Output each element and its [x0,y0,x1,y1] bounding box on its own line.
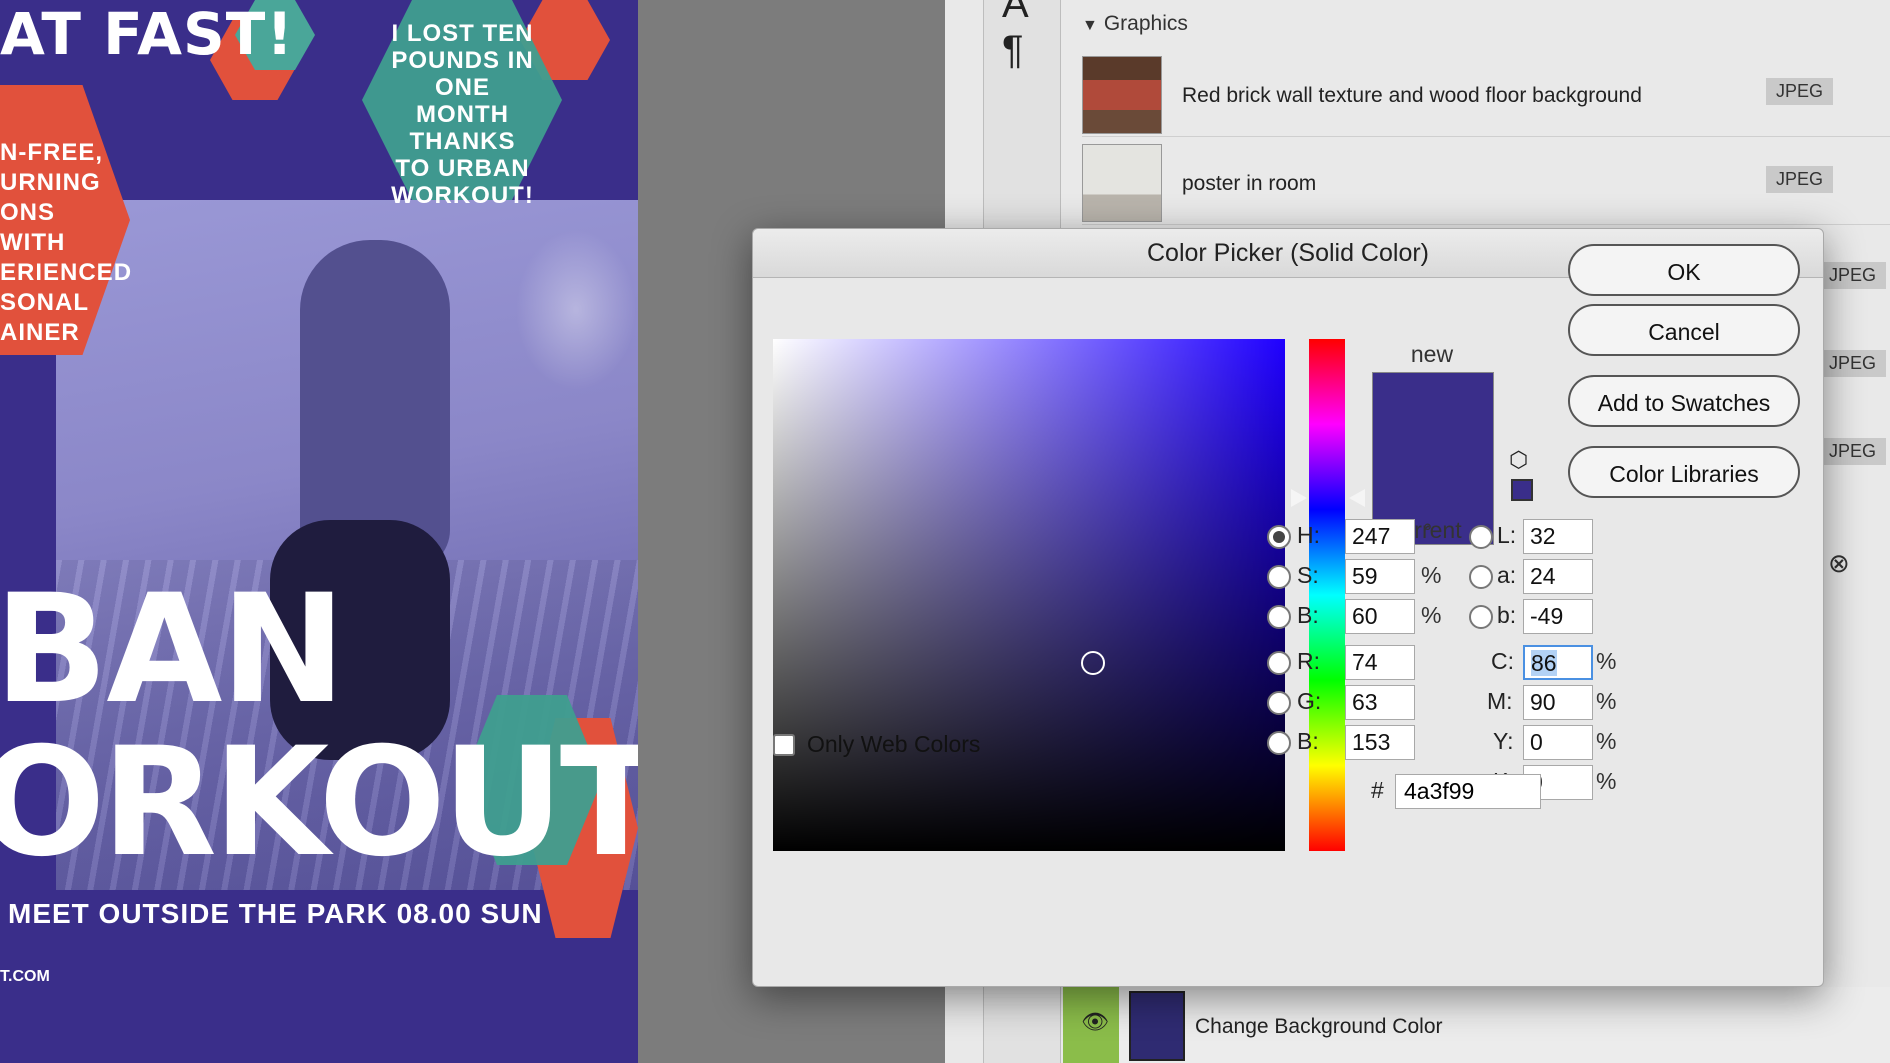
lightness-radio[interactable] [1469,525,1493,549]
layer-row[interactable]: 👁 Change Background Color [1063,987,1890,1063]
layer-name: Change Background Color [1195,1015,1443,1038]
disclosure-triangle-icon[interactable]: ▼ [1082,17,1098,34]
graphics-section-header[interactable]: ▼ Graphics [1082,12,1188,36]
yellow-label: Y: [1493,728,1514,754]
poster-site: T.COM [0,968,50,985]
blue-label: B: [1297,728,1319,754]
brightness-unit: % [1421,602,1442,628]
b-channel-input[interactable]: -49 [1523,599,1593,634]
asset-type-badge: JPEG [1766,78,1834,105]
poster-meet-text: MEET OUTSIDE THE PARK 08.00 SUN [8,898,543,929]
asset-type-badge: JPEG [1819,438,1887,465]
red-radio[interactable] [1267,651,1291,675]
blue-input[interactable]: 153 [1345,725,1415,760]
yellow-input[interactable]: 0 [1523,725,1593,760]
lightness-input[interactable]: 32 [1523,519,1593,554]
hue-unit: ° [1423,519,1433,545]
hue-slider-handle-right[interactable] [1349,489,1365,507]
web-safe-swatch-icon[interactable] [1511,479,1533,501]
eye-icon: 👁 [1081,1009,1109,1034]
hue-label: H: [1297,522,1320,548]
saturation-label: S: [1297,562,1319,588]
cyan-input[interactable]: 86 [1523,645,1593,680]
asset-type-badge: JPEG [1819,262,1887,289]
hue-input[interactable]: 247 [1345,519,1415,554]
asset-name: poster in room [1182,172,1317,195]
poster-title-line1: BAN [0,563,346,737]
new-color-label: new [1410,341,1454,367]
yellow-unit: % [1596,728,1617,754]
color-picker-dialog: Color Picker (Solid Color) new current ⬡… [752,228,1824,987]
brightness-label: B: [1297,602,1319,628]
poster-quote: I LOST TEN POUNDS IN ONE MONTH THANKS TO… [391,20,534,209]
saturation-radio[interactable] [1267,565,1291,589]
brightness-input[interactable]: 60 [1345,599,1415,634]
hue-slider[interactable] [1309,339,1345,851]
section-title: Graphics [1103,12,1188,35]
red-label: R: [1297,648,1320,674]
paragraph-icon[interactable]: ¶ [1002,28,1023,73]
color-cursor[interactable] [1081,651,1105,675]
red-input[interactable]: 74 [1345,645,1415,680]
a-channel-input[interactable]: 24 [1523,559,1593,594]
asset-type-badge: JPEG [1819,350,1887,377]
color-libraries-button[interactable]: Color Libraries [1568,446,1800,498]
saturation-input[interactable]: 59 [1345,559,1415,594]
asset-name: Red brick wall texture and wood floor ba… [1182,84,1642,107]
b-channel-radio[interactable] [1469,605,1493,629]
out-of-gamut-cube-icon[interactable]: ⬡ [1509,447,1528,473]
poster-side-text: N-FREE, URNING ONS WITH ERIENCED SONAL A… [0,139,133,346]
saturation-brightness-field[interactable] [773,339,1285,851]
poster-canvas: AT FAST! I LOST TEN POUNDS IN ONE MONTH … [0,0,638,1063]
black-unit: % [1596,768,1617,794]
hue-radio[interactable] [1267,525,1291,549]
character-style-icon[interactable]: A [1002,0,1029,27]
link-visibility-icon[interactable]: ⊗ [1828,548,1850,579]
layer-visibility-toggle[interactable]: 👁 [1063,987,1119,1063]
brightness-radio[interactable] [1267,605,1291,629]
poster-title-line2: ORKOUT [0,716,638,890]
a-channel-radio[interactable] [1469,565,1493,589]
hex-label: # [1371,777,1384,803]
cyan-unit: % [1596,648,1617,674]
hex-input[interactable]: 4a3f99 [1395,774,1541,809]
magenta-input[interactable]: 90 [1523,685,1593,720]
ok-button[interactable]: OK [1568,244,1800,296]
green-radio[interactable] [1267,691,1291,715]
green-input[interactable]: 63 [1345,685,1415,720]
magenta-label: M: [1487,688,1513,714]
asset-thumbnail [1082,144,1162,222]
new-color-swatch [1372,372,1494,459]
cyan-label: C: [1491,648,1514,674]
magenta-unit: % [1596,688,1617,714]
asset-item[interactable]: poster in room JPEG [1082,144,1890,225]
saturation-unit: % [1421,562,1442,588]
only-web-colors-checkbox[interactable] [773,734,795,756]
b-channel-label: b: [1497,602,1517,628]
cancel-button[interactable]: Cancel [1568,304,1800,356]
green-label: G: [1297,688,1322,714]
asset-type-badge: JPEG [1766,166,1834,193]
add-to-swatches-button[interactable]: Add to Swatches [1568,375,1800,427]
hue-slider-handle-left[interactable] [1291,489,1307,507]
a-channel-label: a: [1497,562,1517,588]
asset-thumbnail [1082,56,1162,134]
poster-headline-top: AT FAST! [0,0,294,68]
lightness-label: L: [1497,522,1517,548]
asset-item[interactable]: Red brick wall texture and wood floor ba… [1082,56,1890,137]
blue-radio[interactable] [1267,731,1291,755]
only-web-colors-label: Only Web Colors [807,731,981,757]
layer-thumbnail [1129,991,1185,1061]
